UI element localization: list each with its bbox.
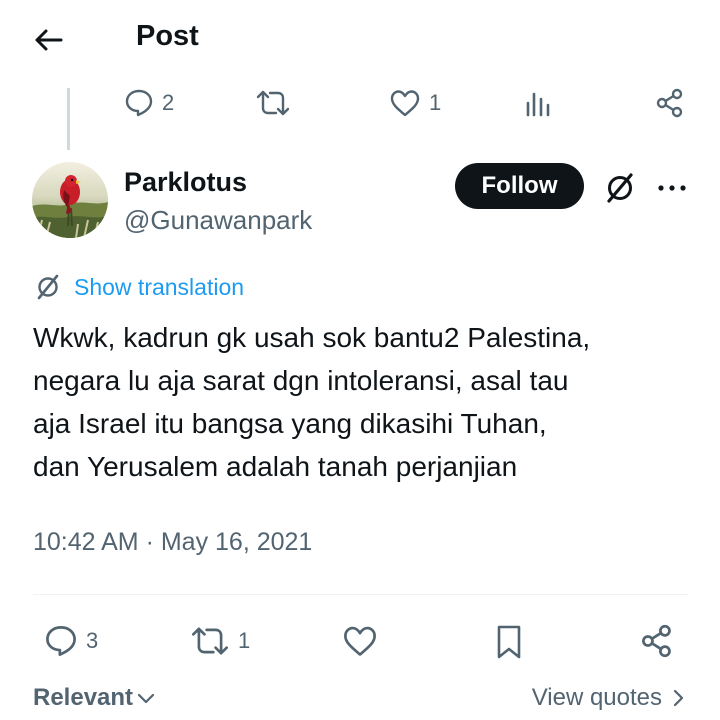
parent-like-count: 1 [429, 90, 442, 115]
top-bar: Post [0, 0, 720, 80]
show-translation-link[interactable]: Show translation [34, 273, 244, 301]
reply-count: 3 [86, 628, 99, 653]
divider [33, 594, 688, 595]
share-nodes-icon [656, 88, 683, 118]
show-translation-label: Show translation [74, 273, 245, 300]
page-title: Post [136, 20, 199, 52]
more-options-button[interactable] [652, 168, 692, 208]
bookmark-button[interactable] [494, 624, 524, 660]
ellipsis-icon [658, 185, 686, 191]
tweet-text-line: dan Yerusalem adalah tanah perjanjian [33, 451, 518, 482]
repost-button[interactable]: 1 [190, 624, 250, 658]
parent-reply-button[interactable]: 2 [124, 88, 174, 118]
tweet-text: Wkwk, kadrun gk usah sok bantu2 Palestin… [33, 316, 703, 488]
chevron-down-icon [137, 693, 155, 704]
sort-replies-dropdown[interactable]: Relevant [33, 684, 155, 712]
parent-views-button[interactable] [524, 88, 552, 118]
parent-share-button[interactable] [655, 88, 685, 118]
like-button[interactable] [342, 624, 378, 658]
view-quotes-label: View quotes [531, 684, 662, 711]
tweet-text-line: aja Israel itu bangsa yang dikasihi Tuha… [33, 408, 547, 439]
author-name[interactable]: Parklotus [124, 167, 247, 198]
bar-chart-icon [526, 92, 550, 117]
grok-button[interactable] [600, 168, 640, 208]
author-handle[interactable]: @Gunawanpark [124, 205, 312, 236]
avatar[interactable] [32, 162, 108, 238]
speech-bubble-icon [46, 626, 76, 656]
chevron-right-icon [673, 689, 684, 707]
avatar-bird-image [32, 162, 108, 238]
bookmark-icon [497, 625, 521, 659]
back-button[interactable] [28, 22, 68, 58]
repost-arrows-icon [192, 627, 229, 655]
follow-button[interactable]: Follow [455, 163, 584, 209]
repost-arrows-icon [256, 90, 290, 116]
parent-like-button[interactable]: 1 [389, 88, 441, 118]
grok-slash-icon [37, 274, 59, 300]
reply-button[interactable]: 3 [44, 624, 98, 658]
tweet-text-line: Wkwk, kadrun gk usah sok bantu2 Palestin… [33, 322, 591, 353]
share-button[interactable] [640, 624, 674, 658]
heart-icon [344, 626, 376, 656]
sort-label: Relevant [33, 684, 134, 711]
parent-reply-count: 2 [162, 90, 175, 115]
heart-icon [390, 90, 420, 117]
tweet-text-line: negara lu aja sarat dgn intoleransi, asa… [33, 365, 569, 396]
speech-bubble-icon [125, 89, 153, 117]
repost-count: 1 [238, 628, 251, 653]
arrow-left-icon [35, 29, 63, 51]
parent-repost-button[interactable] [255, 88, 291, 118]
thread-connector-line [67, 88, 70, 150]
grok-slash-icon [607, 173, 633, 203]
view-quotes-link[interactable]: View quotes [532, 684, 684, 712]
share-nodes-icon [642, 624, 671, 658]
tweet-timestamp[interactable]: 10:42 AM · May 16, 2021 [33, 528, 312, 557]
